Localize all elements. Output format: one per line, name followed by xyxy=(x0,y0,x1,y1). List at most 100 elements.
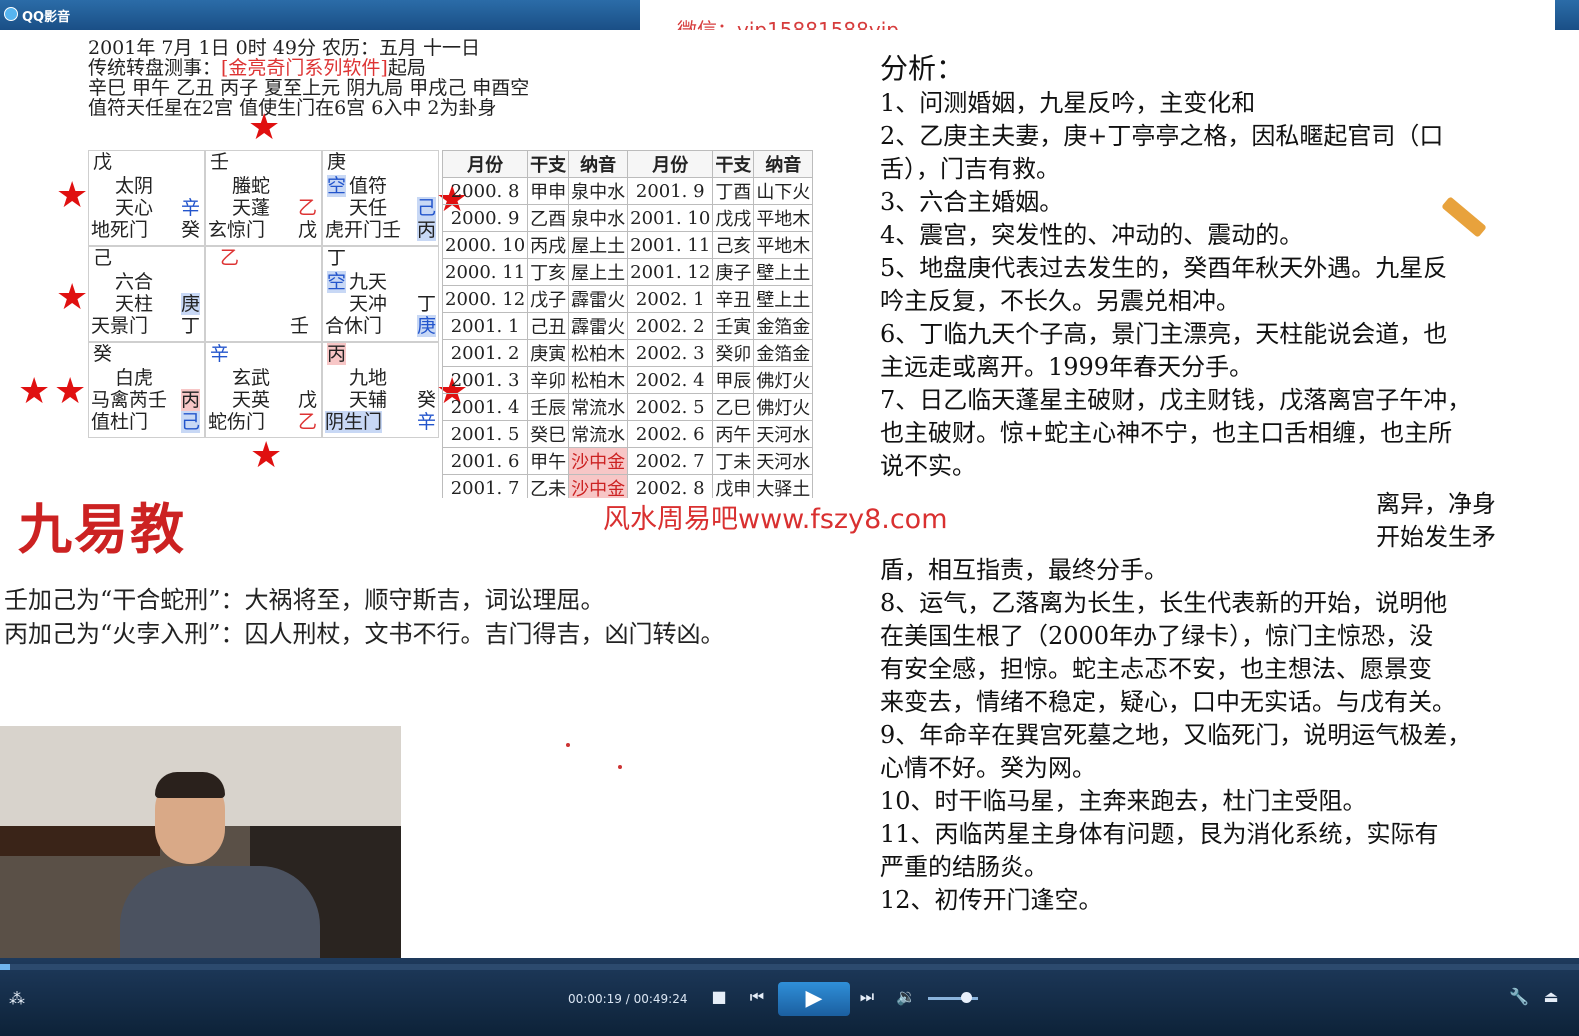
palace-deity: 六合 xyxy=(115,271,154,293)
analysis-line: 说不实。 xyxy=(880,452,976,480)
nayin-cell: 天河水 xyxy=(753,420,814,448)
analysis-line: 舌），门吉有救。 xyxy=(880,155,1060,183)
nayin-row: 2001. 5 癸巳 常流水 2002. 6 丙午 天河水 xyxy=(441,420,814,448)
analysis-title: 分析： xyxy=(880,52,965,85)
palace-deity: 九地 xyxy=(349,367,388,389)
analysis-line: 10、时干临马星，主奔来跑去，杜门主受阻。 xyxy=(880,787,1367,815)
palace-stem: 丙 xyxy=(327,343,347,365)
palace-star: 天辅 xyxy=(349,389,388,411)
next-button[interactable]: ⏭ xyxy=(856,986,878,1008)
nayin-row: 2001. 6 甲午 沙中金 2002. 7 丁未 天河水 xyxy=(441,447,814,475)
seek-bar[interactable] xyxy=(0,964,1579,970)
nayin-cell: 泉中水 xyxy=(568,204,629,232)
nayin-cell: 戊戌 xyxy=(712,204,755,232)
star-mark-icon: ★ xyxy=(56,175,89,216)
play-button[interactable]: ▶ xyxy=(778,982,850,1016)
nayin-row: 2001. 4 壬辰 常流水 2002. 5 乙巳 佛灯火 xyxy=(441,393,814,421)
palace-door-stem: 辛 xyxy=(417,411,437,433)
palace-star: 天冲 xyxy=(349,293,388,315)
app-title: QQ影音 xyxy=(22,10,71,25)
analysis-line: 开始发生矛 xyxy=(1376,523,1496,551)
palace-cell-center: 乙 壬 xyxy=(205,246,322,342)
nayin-cell: 壁上土 xyxy=(753,258,814,286)
palace-star: 天柱 xyxy=(115,293,154,315)
palace-cell: 丁 空 九天 天冲 丁 合休门 庚 xyxy=(322,246,439,342)
nayin-cell: 2001. 1 xyxy=(441,312,529,340)
palace-deity: 玄武 xyxy=(232,367,271,389)
palace-door-stem: 癸 xyxy=(181,219,201,241)
nayin-cell: 松柏木 xyxy=(568,366,629,394)
previous-button[interactable]: ⏮ xyxy=(746,986,768,1008)
nayin-header: 月份 xyxy=(441,150,529,178)
nayin-cell: 丁亥 xyxy=(527,258,570,286)
nayin-cell: 山下火 xyxy=(753,177,814,205)
palace-door: 蛇伤门 xyxy=(208,411,266,433)
palace-cell: 壬 螣蛇 天蓬 乙 玄惊门 戊 xyxy=(205,150,322,246)
nayin-row: 2001. 2 庚寅 松柏木 2002. 3 癸卯 金箔金 xyxy=(441,339,814,367)
nayin-cell: 常流水 xyxy=(568,393,629,421)
tools-icon[interactable]: 🔧 xyxy=(1508,986,1530,1008)
palace-deity: 九天 xyxy=(349,271,388,293)
nayin-header-row: 月份 干支 纳音 月份 干支 纳音 xyxy=(441,150,814,178)
method-suffix: 起局 xyxy=(387,57,426,79)
stop-button[interactable]: ■ xyxy=(708,986,730,1008)
nayin-cell: 佛灯火 xyxy=(753,366,814,394)
analysis-line: 盾，相互指责，最终分手。 xyxy=(880,556,1168,584)
star-mark-icon: ★ xyxy=(248,107,281,148)
palace-star: 天蓬 xyxy=(232,197,271,219)
palace-door-stem: 己 xyxy=(181,411,201,433)
palace-stem: 癸 xyxy=(93,343,113,365)
analysis-line: 来变去，情绪不稳定，疑心，口中无实话。与戊有关。 xyxy=(880,688,1456,716)
nayin-cell: 丁酉 xyxy=(712,177,755,205)
nayin-cell: 霹雷火 xyxy=(568,312,629,340)
nayin-cell: 金箔金 xyxy=(753,339,814,367)
nayin-cell: 己亥 xyxy=(712,231,755,259)
nayin-body: 2000. 8 甲申 泉中水 2001. 9 丁酉 山下火 2000. 9 乙酉 泉中水 2001… xyxy=(441,177,814,502)
palace-empty-mark: 空 xyxy=(327,271,347,293)
webcam-inset xyxy=(0,726,401,958)
volume-icon[interactable]: 🔉 xyxy=(895,986,917,1008)
nayin-header: 干支 xyxy=(712,150,755,178)
footprint-icon[interactable]: ⁂ xyxy=(6,988,28,1010)
star-mark-icon: ★ xyxy=(54,371,87,412)
volume-slider-knob[interactable] xyxy=(960,992,972,1003)
palace-door: 天景门 xyxy=(91,315,149,337)
analysis-lines-a: 1、问测婚姻，九星反吟，主变化和 2、乙庚主夫妻，庚+丁亭亭之格，因私暱起官司（口… xyxy=(880,87,1560,483)
nayin-cell: 2002. 2 xyxy=(627,312,714,340)
palace-star-stem: 乙 xyxy=(298,197,318,219)
palace-stem: 辛 xyxy=(210,343,230,365)
nayin-row: 2000. 11 丁亥 屋上土 2001. 12 庚子 壁上土 xyxy=(441,258,814,286)
overlay-box-right xyxy=(1298,0,1555,30)
analysis-line: 6、丁临九天个子高，景门主漂亮，天柱能说会道，也 xyxy=(880,320,1448,348)
palace-star: 天心 xyxy=(115,197,154,219)
chart-header-pillars: 辛巳 甲午 乙丑 丙子 夏至上元 阴九局 甲戌己 申酉空 xyxy=(88,77,530,99)
nayin-cell: 2000. 8 xyxy=(441,177,529,205)
nayin-cell: 平地木 xyxy=(753,204,814,232)
nayin-cell: 乙酉 xyxy=(527,204,570,232)
palace-door-stem: 丁 xyxy=(181,315,201,337)
palace-stem: 壬 xyxy=(210,151,230,173)
player-controls: ⁂ 00:00:19 / 00:49:24 ■ ⏮ ▶ ⏭ 🔉 🔧 ⏏ xyxy=(0,958,1579,1036)
palace-door-stem: 乙 xyxy=(298,411,318,433)
nayin-cell: 乙巳 xyxy=(712,393,755,421)
analysis-line: 2、乙庚主夫妻，庚+丁亭亭之格，因私暱起官司（口 xyxy=(880,122,1444,150)
rule-line-2: 丙加己为“火孛入刑”：囚人刑杖，文书不行。吉门得吉，凶门转凶。 xyxy=(4,620,725,648)
analysis-line: 离异，净身 xyxy=(1376,490,1496,518)
chart-header-zhifu: 值符天任星在2宫 值使生门在6宫 6入中 2为卦身 xyxy=(88,97,497,119)
palace-star: 天英 xyxy=(232,389,271,411)
eject-icon[interactable]: ⏏ xyxy=(1540,986,1562,1008)
palace-star: 天任 xyxy=(349,197,388,219)
nayin-cell: 2001. 4 xyxy=(441,393,529,421)
nayin-cell: 甲午 xyxy=(527,447,570,475)
palace-star-stem: 癸 xyxy=(417,389,437,411)
chart-header-date: 2001年 7月 1日 0时 49分 农历：五月 十一日 xyxy=(88,37,481,59)
analysis-panel: 分析： 1、问测婚姻，九星反吟，主变化和 2、乙庚主夫妻，庚+丁亭亭之格，因私暱起… xyxy=(880,52,1560,483)
star-mark-icon: ★ xyxy=(250,435,283,476)
nayin-cell: 戊子 xyxy=(527,285,570,313)
palace-star-stem: 庚 xyxy=(181,293,201,315)
palace-deity: 螣蛇 xyxy=(232,175,271,197)
nayin-header: 纳音 xyxy=(568,150,629,178)
palace-deity: 太阴 xyxy=(115,175,154,197)
palace-door: 虎开门壬 xyxy=(325,219,402,241)
nayin-cell: 2000. 12 xyxy=(441,285,529,313)
